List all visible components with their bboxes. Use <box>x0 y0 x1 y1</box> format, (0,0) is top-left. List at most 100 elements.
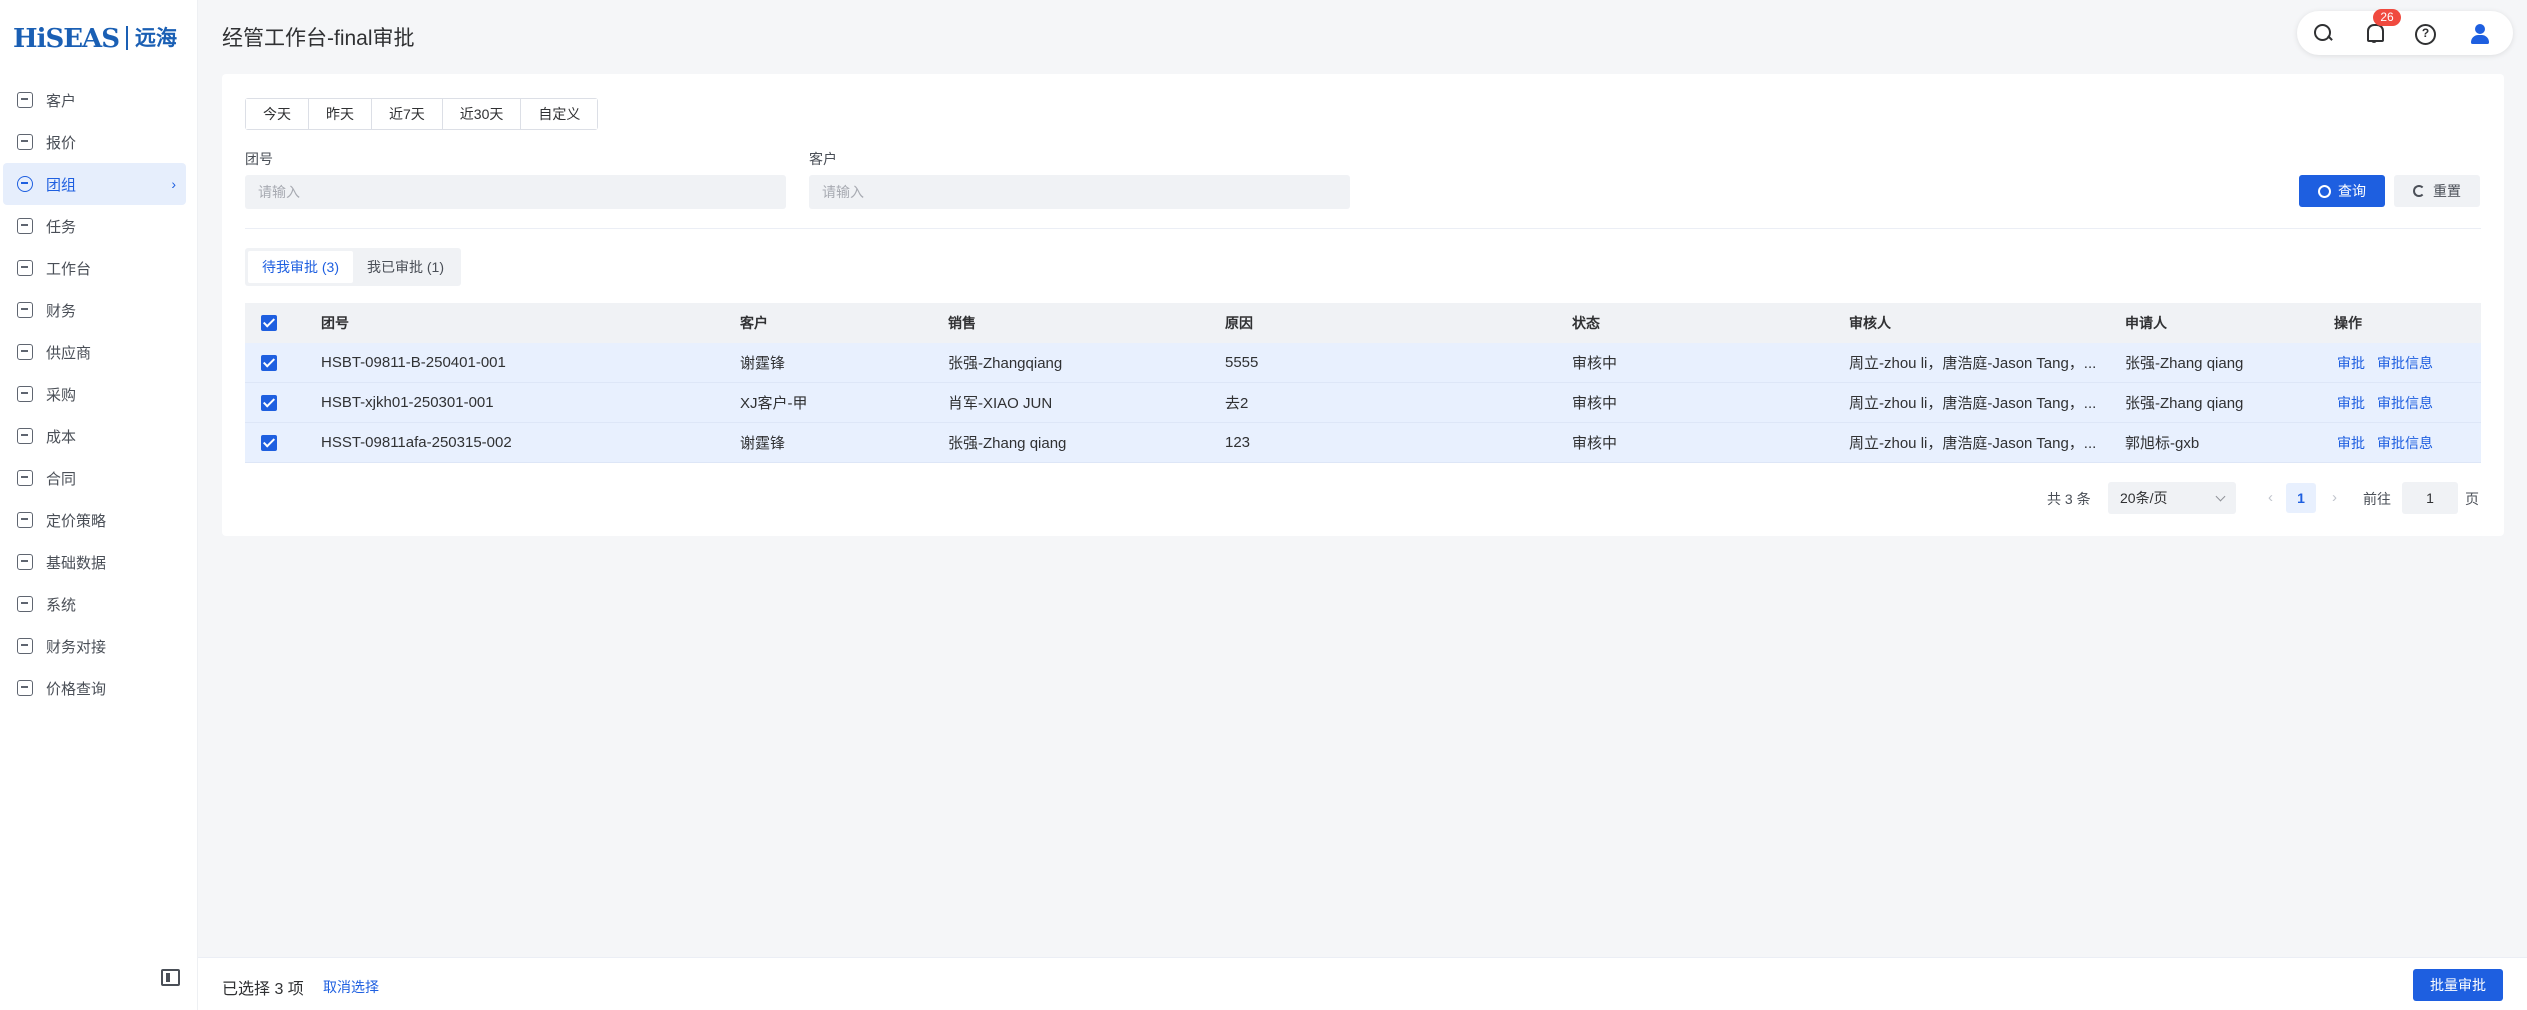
sidebar-item-label: 团组 <box>46 176 77 194</box>
cell-customer: XJ客户-甲 <box>740 395 808 412</box>
col-team: 团号 <box>321 315 349 331</box>
sidebar-item-label: 客户 <box>46 92 77 110</box>
main-card: 今天 昨天 近7天 近30天 自定义 团号 请输入 客户 请输入 查询 重置 待我审批 … <box>222 74 2504 536</box>
sidebar-item-0[interactable]: 客户 <box>3 79 186 121</box>
row-checkbox[interactable] <box>261 354 277 371</box>
approve-link[interactable]: 审批 <box>2337 355 2365 371</box>
quote-icon <box>17 134 33 150</box>
table-row[interactable]: HSBT-09811-B-250401-001 谢霆锋 张强-Zhangqiang 5… <box>245 343 2481 383</box>
table-row[interactable]: HSBT-xjkh01-250301-001 XJ客户-甲 肖军-XIAO JUN 去… <box>245 383 2481 423</box>
date-range-button[interactable]: 昨天 <box>309 99 372 129</box>
reset-button[interactable]: 重置 <box>2394 175 2480 207</box>
sidebar-item-label: 财务 <box>46 302 77 320</box>
selected-count: 已选择 3 项 <box>222 981 304 998</box>
purchase-icon <box>17 386 33 402</box>
sidebar-item-1[interactable]: 报价 <box>3 121 186 163</box>
workbench-icon <box>17 260 33 276</box>
approval-info-link[interactable]: 审批信息 <box>2377 355 2433 371</box>
finance-link-icon <box>17 638 33 654</box>
approve-link[interactable]: 审批 <box>2337 395 2365 411</box>
cell-sales: 肖军-XIAO JUN <box>948 395 1053 412</box>
date-range-button[interactable]: 近7天 <box>372 99 443 129</box>
sidebar-item-14[interactable]: 价格查询 <box>3 667 186 709</box>
page-size-select[interactable]: 20条/页 <box>2108 482 2236 514</box>
prev-page-icon[interactable]: ‹ <box>2268 489 2273 506</box>
logo[interactable]: HiSEAS 远海 <box>13 14 177 54</box>
sidebar-item-10[interactable]: 定价策略 <box>3 499 186 541</box>
user-avatar-icon[interactable] <box>2468 22 2492 44</box>
date-range-button[interactable]: 自定义 <box>521 99 598 129</box>
select-all-checkbox[interactable] <box>261 315 277 331</box>
approval-info-link[interactable]: 审批信息 <box>2377 395 2433 411</box>
next-page-icon[interactable]: › <box>2332 489 2337 506</box>
help-icon[interactable] <box>2413 22 2436 45</box>
row-checkbox[interactable] <box>261 434 277 451</box>
row-checkbox-cell <box>245 394 321 411</box>
col-auditor: 审核人 <box>1849 315 1891 331</box>
approval-tabs: 待我审批 (3) 我已审批 (1) <box>245 248 461 286</box>
sidebar: HiSEAS 远海 客户报价 团组 › 任务 工作台财务供应商采购成本合同 定价策略 基础数… <box>0 0 198 1010</box>
finance-icon <box>17 302 33 318</box>
cell-ops: 审批 审批信息 <box>2334 393 2481 413</box>
cell-applicant: 张强-Zhang qiang <box>2125 395 2244 412</box>
query-button[interactable]: 查询 <box>2299 175 2385 207</box>
team-label: 团号 <box>245 151 273 167</box>
sidebar-item-5[interactable]: 财务 <box>3 289 186 331</box>
notification-badge: 26 <box>2373 9 2401 26</box>
pagination: 共 3 条 20条/页 ‹ 1 › 前往 1 页 <box>222 482 2481 514</box>
sidebar-item-2[interactable]: 团组 › <box>3 163 186 205</box>
batch-approve-button[interactable]: 批量审批 <box>2413 969 2503 1001</box>
header-toolbar: 26 <box>2297 9 2513 55</box>
pagination-total: 共 3 条 <box>2047 491 2091 507</box>
sidebar-item-7[interactable]: 采购 <box>3 373 186 415</box>
team-input[interactable]: 请输入 <box>245 175 786 209</box>
cell-status: 审核中 <box>1572 395 1618 412</box>
sidebar-item-8[interactable]: 成本 <box>3 415 186 457</box>
sidebar-item-11[interactable]: 基础数据 <box>3 541 186 583</box>
cancel-selection-link[interactable]: 取消选择 <box>323 977 379 997</box>
date-range-button[interactable]: 近30天 <box>442 99 522 129</box>
sidebar-item-13[interactable]: 财务对接 <box>3 625 186 667</box>
price-search-icon <box>17 680 33 696</box>
sidebar-item-4[interactable]: 工作台 <box>3 247 186 289</box>
contract-icon <box>17 470 33 486</box>
customer-label: 客户 <box>809 151 837 167</box>
row-checkbox[interactable] <box>261 394 277 411</box>
cell-auditor: 周立-zhou li，唐浩庭-Jason Tang，... <box>1849 355 2097 372</box>
row-checkbox-cell <box>245 354 321 371</box>
pricing-icon <box>17 512 33 528</box>
col-ops: 操作 <box>2334 315 2362 331</box>
cell-applicant: 郭旭标-gxb <box>2125 435 2200 452</box>
sidebar-item-3[interactable]: 任务 <box>3 205 186 247</box>
page-number-current[interactable]: 1 <box>2286 483 2316 513</box>
table-row[interactable]: HSST-09811afa-250315-002 谢霆锋 张强-Zhang qian… <box>245 423 2481 463</box>
cell-auditor: 周立-zhou li，唐浩庭-Jason Tang，... <box>1849 435 2097 452</box>
sidebar-item-9[interactable]: 合同 <box>3 457 186 499</box>
approve-link[interactable]: 审批 <box>2337 435 2365 451</box>
sidebar-item-label: 成本 <box>46 428 77 446</box>
logo-divider <box>126 26 128 50</box>
search-icon[interactable] <box>2312 22 2334 44</box>
sidebar-item-6[interactable]: 供应商 <box>3 331 186 373</box>
chevron-down-icon <box>2215 491 2226 502</box>
system-icon <box>17 596 33 612</box>
sidebar-menu: 客户报价 团组 › 任务 工作台财务供应商采购成本合同 定价策略 基础数据 系统 财务对接价格查… <box>0 79 198 709</box>
customer-icon <box>17 92 33 108</box>
col-status: 状态 <box>1572 315 1600 331</box>
tab-pending[interactable]: 待我审批 (3) <box>248 251 353 283</box>
customer-input[interactable]: 请输入 <box>809 175 1350 209</box>
sidebar-collapse-icon[interactable] <box>161 969 180 986</box>
sidebar-item-12[interactable]: 系统 <box>3 583 186 625</box>
cell-ops: 审批 审批信息 <box>2334 433 2481 453</box>
task-icon <box>17 218 33 234</box>
date-range-button[interactable]: 今天 <box>246 99 309 129</box>
sidebar-item-label: 供应商 <box>46 344 92 362</box>
supplier-icon <box>17 344 33 360</box>
cell-reason: 123 <box>1225 434 1251 451</box>
approval-info-link[interactable]: 审批信息 <box>2377 435 2433 451</box>
sidebar-item-label: 价格查询 <box>46 680 107 698</box>
goto-page-input[interactable]: 1 <box>2402 482 2458 514</box>
reset-button-label: 重置 <box>2433 183 2461 199</box>
cell-applicant: 张强-Zhang qiang <box>2125 355 2244 372</box>
tab-done[interactable]: 我已审批 (1) <box>353 251 458 283</box>
